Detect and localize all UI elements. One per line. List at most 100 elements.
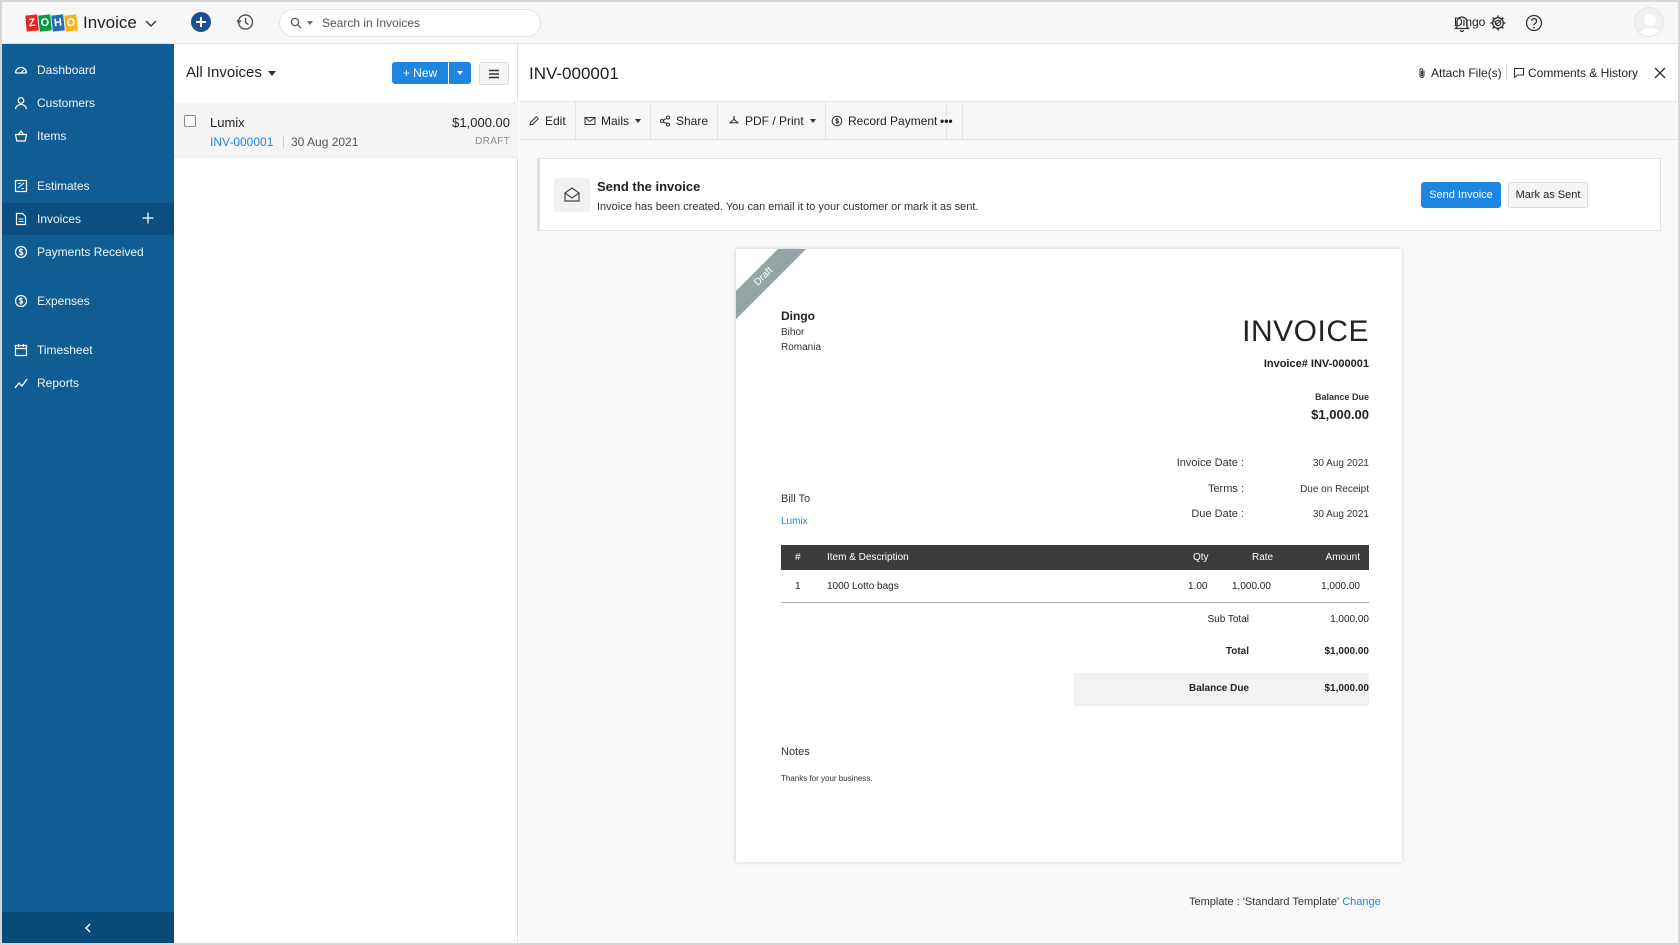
user-icon xyxy=(14,97,28,110)
column-qty: Qty xyxy=(1193,552,1209,563)
edit-button[interactable]: Edit xyxy=(519,102,576,140)
sidebar-item-label: Payments Received xyxy=(37,245,144,259)
history-icon[interactable] xyxy=(235,12,255,32)
notes-text: Thanks for your business. xyxy=(781,774,873,783)
pdf-icon xyxy=(729,115,739,124)
mails-button[interactable]: Mails xyxy=(575,102,652,140)
organization-address-line: Romania xyxy=(781,342,822,353)
attach-label: Attach File(s) xyxy=(1431,66,1502,80)
pdf-print-button[interactable]: PDF / Print xyxy=(719,102,826,140)
sidebar-item-label: Timesheet xyxy=(37,343,93,357)
avatar[interactable] xyxy=(1634,7,1664,37)
sidebar-item-reports[interactable]: Reports xyxy=(2,367,174,399)
row-checkbox[interactable] xyxy=(184,115,196,127)
invoice-document: Draft Dingo Bihor Romania INVOICE Invoic… xyxy=(736,249,1402,862)
help-icon[interactable] xyxy=(1524,13,1544,33)
collapse-sidebar-button[interactable] xyxy=(2,912,174,943)
list-options-button[interactable] xyxy=(479,62,509,85)
more-options-button[interactable]: ••• xyxy=(931,102,963,140)
new-invoice-button[interactable]: + New xyxy=(392,62,448,84)
search-box[interactable] xyxy=(279,9,541,37)
balance-due-value: $1,000.00 xyxy=(1311,407,1369,422)
comments-history-button[interactable]: Comments & History xyxy=(1513,66,1638,80)
mails-label: Mails xyxy=(601,114,630,128)
change-template-link[interactable]: Change xyxy=(1342,896,1381,908)
mail-icon xyxy=(584,117,596,125)
row-invoice-number[interactable]: INV-000001 xyxy=(210,135,273,149)
bill-to-label: Bill To xyxy=(781,493,811,505)
sidebar-item-items[interactable]: Items xyxy=(2,120,174,152)
dashboard-icon xyxy=(14,66,28,74)
sidebar-item-dashboard[interactable]: Dashboard xyxy=(2,54,174,86)
payment-icon xyxy=(14,245,28,259)
share-button[interactable]: Share xyxy=(650,102,719,140)
logo-letter: O xyxy=(64,14,78,32)
total-label: Total xyxy=(1225,646,1249,657)
search-filter-caret[interactable] xyxy=(307,21,313,25)
add-invoice-icon[interactable] xyxy=(141,211,155,225)
basket-icon xyxy=(14,129,28,142)
sidebar-item-invoices[interactable]: Invoices xyxy=(2,203,174,235)
list-item[interactable]: Lumix $1,000.00 INV-000001 30 Aug 2021 D… xyxy=(174,102,518,158)
logo-letter: Z xyxy=(25,14,39,32)
record-payment-label: Record Payment xyxy=(848,114,938,128)
cell-number: 1 xyxy=(795,581,801,592)
notes-label: Notes xyxy=(781,746,810,758)
sidebar-item-customers[interactable]: Customers xyxy=(2,87,174,119)
hamburger-icon xyxy=(489,69,499,78)
chart-icon xyxy=(14,378,28,389)
app-switcher[interactable]: Z O H O Invoice xyxy=(25,10,159,36)
row-amount: $1,000.00 xyxy=(452,115,510,130)
invoice-date-value: 30 Aug 2021 xyxy=(1312,458,1369,469)
invoice-number: Invoice# INV-000001 xyxy=(1263,358,1369,370)
organization-address-line: Bihor xyxy=(781,327,805,338)
logo-letter: O xyxy=(38,14,52,32)
view-title: All Invoices xyxy=(186,64,262,81)
sidebar-item-estimates[interactable]: Estimates xyxy=(2,170,174,202)
items-table-header: # Item & Description Qty Rate Amount xyxy=(781,545,1369,570)
row-status: DRAFT xyxy=(475,136,510,147)
app-name: Invoice xyxy=(83,13,137,32)
search-input[interactable] xyxy=(322,16,522,30)
divider xyxy=(1506,64,1507,80)
pdf-label: PDF / Print xyxy=(745,114,804,128)
banner-description: Invoice has been created. You can email … xyxy=(597,201,979,213)
row-customer: Lumix xyxy=(210,115,245,130)
comment-icon xyxy=(1514,68,1524,79)
subtotal-value: 1,000.00 xyxy=(1330,614,1369,625)
banner-title: Send the invoice xyxy=(597,179,701,194)
invoice-list-pane: All Invoices + New Lumix $1,000.00 INV-0… xyxy=(174,44,518,943)
top-bar: Z O H O Invoice Dingo xyxy=(2,2,1678,44)
quick-create-button[interactable] xyxy=(191,12,211,32)
template-label: Template : 'Standard Template' xyxy=(1189,896,1340,908)
cell-amount: 1,000.00 xyxy=(1321,581,1360,592)
close-icon[interactable] xyxy=(1653,66,1667,80)
new-invoice-dropdown[interactable] xyxy=(449,62,471,84)
send-invoice-button[interactable]: Send Invoice xyxy=(1421,182,1501,208)
terms-label: Terms : xyxy=(1207,483,1244,495)
template-info: Template : 'Standard Template' Change xyxy=(1189,896,1381,908)
detail-header: INV-000001 Attach File(s) Comments & His… xyxy=(519,44,1678,102)
sidebar-item-payments-received[interactable]: Payments Received xyxy=(2,236,174,268)
mark-as-sent-button[interactable]: Mark as Sent xyxy=(1508,182,1588,208)
sidebar: Dashboard Customers Items Estimates Invo… xyxy=(2,44,174,943)
bill-to-customer[interactable]: Lumix xyxy=(781,516,808,527)
column-rate: Rate xyxy=(1252,552,1274,563)
share-label: Share xyxy=(676,114,709,128)
row-separator xyxy=(283,136,284,148)
bell-icon[interactable] xyxy=(1452,13,1472,33)
due-date-label: Due Date : xyxy=(1191,508,1244,520)
sidebar-item-expenses[interactable]: Expenses xyxy=(2,285,174,317)
send-invoice-banner: Send the invoice Invoice has been create… xyxy=(537,158,1661,231)
attach-files-button[interactable]: Attach File(s) xyxy=(1416,66,1502,80)
view-selector[interactable]: All Invoices xyxy=(186,64,276,81)
balance-due-row-label: Balance Due xyxy=(1188,683,1249,694)
gear-icon[interactable] xyxy=(1488,13,1508,33)
column-item: Item & Description xyxy=(827,552,909,563)
detail-toolbar: Edit Mails Share PDF / Print Record Paym… xyxy=(519,102,1678,140)
page-title: INV-000001 xyxy=(529,64,619,83)
balance-due-row-value: $1,000.00 xyxy=(1324,683,1370,694)
record-payment-button[interactable]: Record Payment xyxy=(822,102,948,140)
sidebar-item-timesheet[interactable]: Timesheet xyxy=(2,334,174,366)
subtotal-label: Sub Total xyxy=(1207,614,1249,625)
